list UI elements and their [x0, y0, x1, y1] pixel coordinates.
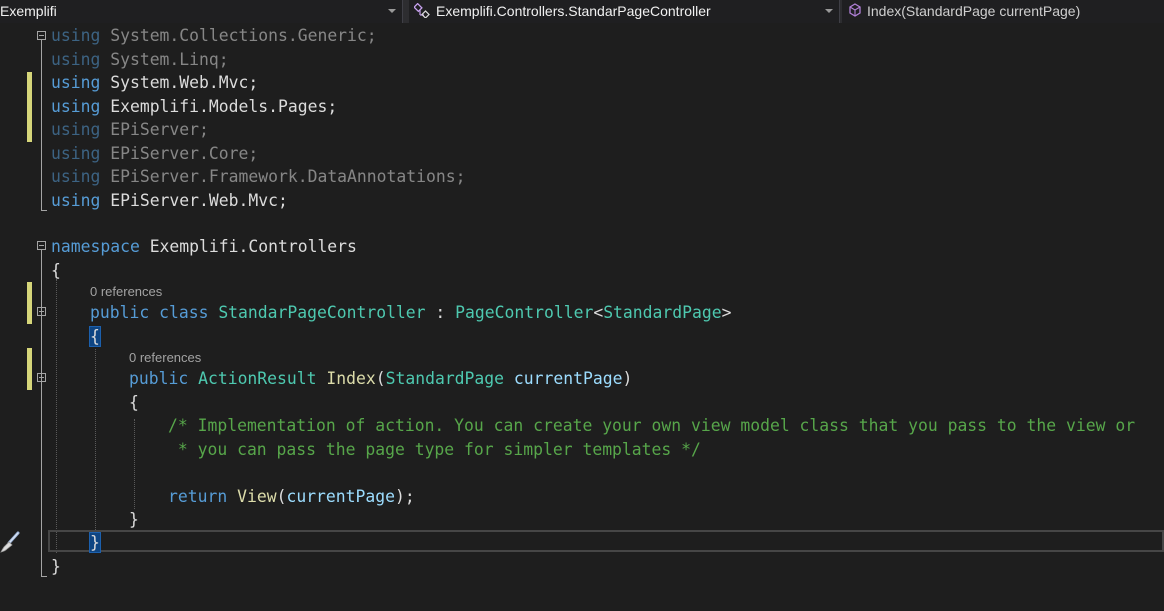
code-line: using System.Linq;	[51, 49, 229, 69]
method-cube-icon	[848, 3, 862, 20]
code-area[interactable]: using System.Collections.Generic; using …	[0, 23, 1164, 611]
code-line: public ActionResult Index(StandardPage c…	[129, 369, 633, 388]
member-scope-dropdown[interactable]: Index(StandardPage currentPage)	[842, 0, 1164, 23]
code-line: {	[51, 260, 61, 280]
code-line: using EPiServer.Framework.DataAnnotation…	[51, 167, 466, 186]
code-line: * you can pass the page type for simpler…	[168, 439, 701, 459]
code-line: {	[129, 392, 139, 412]
navigation-bar: Exemplifi Exemplifi.Controllers.StandarP…	[0, 0, 1164, 23]
code-line: using EPiServer;	[51, 120, 209, 139]
code-line: /* Implementation of action. You can cre…	[168, 416, 1136, 435]
paintbrush-icon[interactable]	[0, 530, 22, 554]
code-line: using EPiServer.Web.Mvc;	[51, 190, 288, 210]
code-line: }	[0, 531, 1164, 554]
project-dropdown[interactable]: Exemplifi	[0, 0, 403, 23]
code-line: {	[0, 325, 1164, 348]
code-line: using System.Web.Mvc;	[51, 73, 259, 92]
code-line: return View(currentPage);	[168, 486, 415, 506]
code-line: using EPiServer.Core;	[51, 143, 259, 163]
code-line: using System.Collections.Generic;	[51, 26, 377, 45]
chevron-down-icon	[825, 9, 833, 13]
project-name: Exemplifi	[0, 3, 57, 19]
method-references-codelens[interactable]: 0 references	[129, 348, 201, 368]
code-editor-window: Exemplifi Exemplifi.Controllers.StandarP…	[0, 0, 1164, 611]
code-line: namespace Exemplifi.Controllers	[51, 237, 357, 256]
class-scope-label: Exemplifi.Controllers.StandarPageControl…	[436, 3, 711, 19]
matched-brace: }	[89, 532, 101, 553]
chevron-down-icon	[388, 9, 396, 13]
class-tree-icon	[413, 2, 431, 21]
code-line: }	[51, 556, 61, 576]
code-line: using Exemplifi.Models.Pages;	[51, 96, 338, 116]
class-references-codelens[interactable]: 0 references	[90, 282, 162, 302]
member-scope-label: Index(StandardPage currentPage)	[867, 3, 1081, 19]
code-line: }	[129, 510, 139, 529]
matched-brace: {	[89, 325, 101, 347]
class-scope-dropdown[interactable]: Exemplifi.Controllers.StandarPageControl…	[409, 0, 840, 23]
code-line: public class StandarPageController : Pag…	[90, 303, 732, 322]
